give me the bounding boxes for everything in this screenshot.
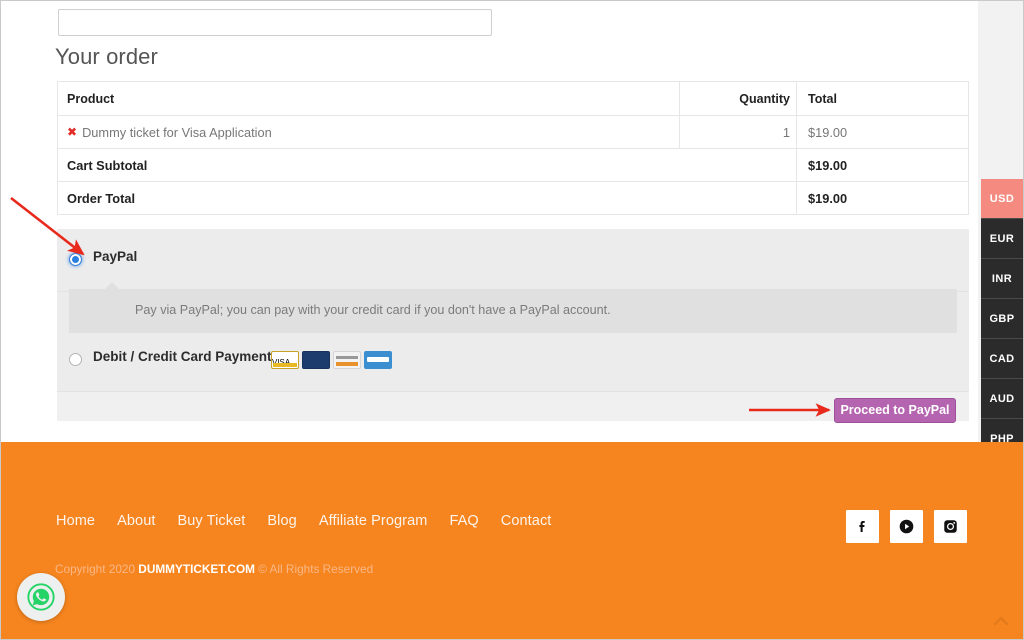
footer-link-home[interactable]: Home xyxy=(56,513,95,529)
payment-method-label-paypal: PayPal xyxy=(93,249,138,264)
chevron-up-icon xyxy=(993,616,1009,626)
order-review-table: Product Quantity Total ✖ Dummy ticket for… xyxy=(57,81,969,215)
footer-navigation: Home About Buy Ticket Blog Affiliate Pro… xyxy=(56,513,551,529)
label-cart-subtotal: Cart Subtotal xyxy=(57,148,797,182)
table-row-subtotal: Cart Subtotal $19.00 xyxy=(57,148,969,182)
cell-total: $19.00 xyxy=(796,115,969,149)
label-order-total: Order Total xyxy=(57,181,797,215)
cell-product: ✖ Dummy ticket for Visa Application xyxy=(57,115,680,149)
remove-item-icon[interactable]: ✖ xyxy=(67,125,77,139)
card-accepted-cards: VISA xyxy=(271,351,392,369)
radio-paypal[interactable] xyxy=(69,253,82,266)
footer-link-contact[interactable]: Contact xyxy=(501,513,552,529)
payment-method-paypal-row[interactable]: PayPal PayPal VISA What is PayPal? xyxy=(57,229,969,499)
footer-link-faq[interactable]: FAQ xyxy=(449,513,478,529)
radio-debit-credit-card[interactable] xyxy=(69,353,82,366)
column-header-product: Product xyxy=(57,81,680,116)
currency-option-inr[interactable]: INR xyxy=(981,259,1023,299)
payment-methods-panel: PayPal PayPal VISA What is PayPal? Pay v… xyxy=(57,229,969,499)
currency-switcher: USD EUR INR GBP CAD AUD PHP xyxy=(981,179,1023,459)
currency-option-cad[interactable]: CAD xyxy=(981,339,1023,379)
table-row: ✖ Dummy ticket for Visa Application 1 $19… xyxy=(57,115,969,149)
table-row-order-total: Order Total $19.00 xyxy=(57,181,969,215)
visa-card-icon: VISA xyxy=(271,351,299,369)
back-to-top-button[interactable] xyxy=(993,614,1009,629)
amex-card-icon xyxy=(364,351,392,369)
value-cart-subtotal: $19.00 xyxy=(796,148,969,182)
coupon-or-text-input[interactable] xyxy=(58,9,492,36)
discover-card-icon xyxy=(333,351,361,369)
browser-viewport: Your order Product Quantity Total ✖ Dummy… xyxy=(0,0,1024,640)
currency-option-usd[interactable]: USD xyxy=(981,179,1023,219)
footer-link-affiliate-program[interactable]: Affiliate Program xyxy=(319,513,428,529)
paypal-info-text: Pay via PayPal; you can pay with your cr… xyxy=(135,303,611,317)
footer-social-links xyxy=(846,510,967,543)
footer-link-buy-ticket[interactable]: Buy Ticket xyxy=(178,513,246,529)
whatsapp-chat-button[interactable] xyxy=(17,573,65,621)
mastercard-card-icon xyxy=(302,351,330,369)
whatsapp-icon xyxy=(27,583,55,611)
page-title: Your order xyxy=(55,44,158,69)
proceed-to-paypal-button[interactable]: Proceed to PayPal xyxy=(834,398,956,423)
instagram-icon[interactable] xyxy=(934,510,967,543)
currency-option-eur[interactable]: EUR xyxy=(981,219,1023,259)
payment-actions-bar xyxy=(57,391,969,421)
copyright-brand: DUMMYTICKET.COM xyxy=(138,562,255,576)
currency-option-gbp[interactable]: GBP xyxy=(981,299,1023,339)
copyright-suffix: © All Rights Reserved xyxy=(254,562,374,576)
product-name: Dummy ticket for Visa Application xyxy=(82,124,272,140)
table-header-row: Product Quantity Total xyxy=(57,81,969,116)
cell-quantity: 1 xyxy=(679,115,797,149)
youtube-icon[interactable] xyxy=(890,510,923,543)
facebook-icon[interactable] xyxy=(846,510,879,543)
info-caret-icon xyxy=(105,282,119,289)
copyright-prefix: Copyright 2020 xyxy=(55,562,139,576)
footer-link-blog[interactable]: Blog xyxy=(267,513,296,529)
copyright-text: Copyright 2020 DUMMYTICKET.COM © All Rig… xyxy=(55,562,373,576)
footer-link-about[interactable]: About xyxy=(117,513,155,529)
value-order-total: $19.00 xyxy=(796,181,969,215)
payment-method-label-card: Debit / Credit Card Payment xyxy=(93,349,272,364)
column-header-quantity: Quantity xyxy=(679,81,797,116)
paypal-info-box: Pay via PayPal; you can pay with your cr… xyxy=(69,282,957,333)
currency-option-aud[interactable]: AUD xyxy=(981,379,1023,419)
column-header-total: Total xyxy=(796,81,969,116)
